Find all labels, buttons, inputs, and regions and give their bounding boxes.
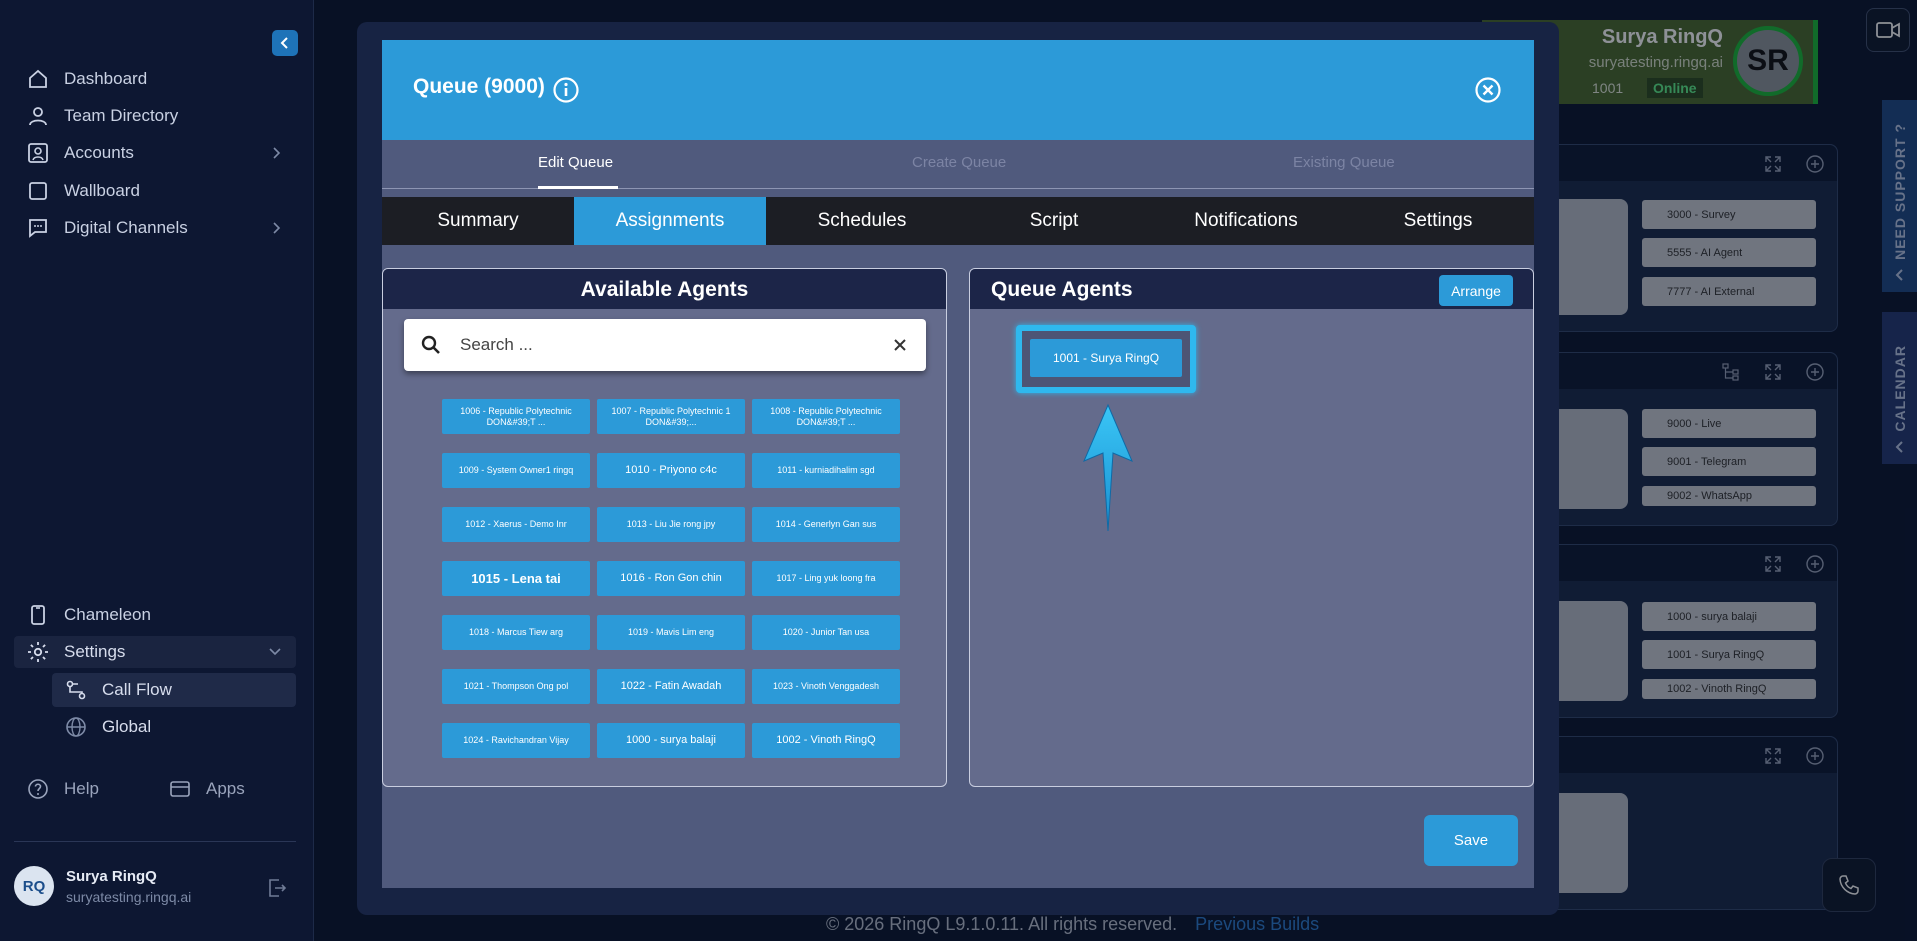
call-flow-icon [66,680,86,700]
available-agent-chip[interactable]: 1014 - Generlyn Gan sus [752,507,900,542]
close-icon[interactable] [1474,76,1502,104]
arrow-up-icon [1083,403,1133,532]
home-icon [29,69,47,88]
sidebar-divider [14,841,296,842]
available-agent-chip[interactable]: 1016 - Ron Gon chin [597,561,745,596]
available-agent-chip[interactable]: 1000 - surya balaji [597,723,745,758]
available-agents-title: Available Agents [580,278,749,301]
help-icon [28,779,48,799]
gear-icon [28,642,48,662]
search-box [404,319,926,371]
queue-agent-highlight: 1001 - Surya RingQ [1016,325,1196,393]
queue-modal: Queue (9000) Edit Queue Create Queue Exi… [382,40,1534,888]
tab-bar: Summary Assignments Schedules Script Not… [382,197,1534,245]
chevron-left-icon [280,37,288,49]
logout-icon[interactable] [266,877,288,899]
step-create-queue[interactable]: Create Queue [912,154,1006,171]
apps-link[interactable]: Apps [168,774,245,804]
sidebar: Dashboard Team Directory Accounts Wallbo… [0,0,314,941]
avatar: RQ [14,866,54,906]
sidebar-item-dashboard[interactable]: Dashboard [26,64,147,94]
sidebar-item-chameleon[interactable]: Chameleon [26,600,151,630]
sidebar-item-label: Global [102,717,152,736]
available-agent-chip[interactable]: 1020 - Junior Tan usa [752,615,900,650]
search-input[interactable] [460,333,860,357]
queue-agent-chip[interactable]: 1001 - Surya RingQ [1030,339,1182,377]
queue-agents-title: Queue Agents [991,278,1133,301]
sidebar-item-label: Wallboard [64,181,140,200]
available-agent-chip[interactable]: 1021 - Thompson Ong pol [442,669,590,704]
square-icon [29,182,47,200]
sidebar-item-accounts[interactable]: Accounts [26,138,296,168]
sidebar-item-global[interactable]: Global [52,710,296,744]
sidebar-collapse-button[interactable] [272,30,298,56]
sidebar-item-label: Team Directory [64,106,179,125]
chevron-down-icon [269,648,281,656]
globe-icon [66,717,86,737]
tab-script[interactable]: Script [958,197,1150,245]
tab-settings[interactable]: Settings [1342,197,1534,245]
available-agent-chip[interactable]: 1018 - Marcus Tiew arg [442,615,590,650]
sidebar-item-settings[interactable]: Settings [14,636,296,668]
help-label: Help [64,779,99,798]
chevron-right-icon [273,222,281,234]
sidebar-item-digital-channels[interactable]: Digital Channels [26,213,296,243]
user-name: Surya RingQ [66,867,157,885]
tab-schedules[interactable]: Schedules [766,197,958,245]
available-agent-chip[interactable]: 1024 - Ravichandran Vijay [442,723,590,758]
help-link[interactable]: Help [26,774,99,804]
device-icon [31,605,45,625]
available-agent-chip[interactable]: 1023 - Vinoth Venggadesh [752,669,900,704]
available-agent-chip[interactable]: 1007 - Republic Polytechnic 1 DON&#39;..… [597,399,745,434]
clear-search-icon[interactable] [892,337,908,353]
available-agents-list: 1006 - Republic Polytechnic DON&#39;T ..… [442,399,900,758]
available-agent-chip[interactable]: 1009 - System Owner1 ringq [442,453,590,488]
sidebar-item-wallboard[interactable]: Wallboard [26,176,140,206]
sidebar-item-label: Digital Channels [64,218,188,237]
user-domain: suryatesting.ringq.ai [66,888,192,905]
sidebar-item-label: Chameleon [64,605,151,624]
info-icon[interactable] [552,76,580,104]
step-existing-queue[interactable]: Existing Queue [1293,154,1395,171]
tab-assignments[interactable]: Assignments [574,197,766,245]
available-agent-chip[interactable]: 1010 - Priyono c4c [597,453,745,488]
apps-label: Apps [206,779,245,798]
sidebar-item-call-flow[interactable]: Call Flow [52,673,296,707]
available-agent-chip[interactable]: 1015 - Lena tai [442,561,590,596]
sidebar-item-label: Call Flow [102,680,172,699]
save-button[interactable]: Save [1424,815,1518,866]
arrange-button[interactable]: Arrange [1439,275,1513,306]
step-edit-queue[interactable]: Edit Queue [538,154,613,171]
available-agent-chip[interactable]: 1019 - Mavis Lim eng [597,615,745,650]
search-icon [421,335,440,354]
sidebar-item-label: Accounts [64,143,134,162]
chevron-right-icon [273,147,281,159]
person-icon [29,107,47,126]
sidebar-item-label: Settings [64,642,126,661]
tab-summary[interactable]: Summary [382,197,574,245]
available-agent-chip[interactable]: 1011 - kurniadihalim sgd [752,453,900,488]
available-agent-chip[interactable]: 1017 - Ling yuk loong fra [752,561,900,596]
available-agent-chip[interactable]: 1022 - Fatin Awadah [597,669,745,704]
queue-agents-panel: Queue Agents Arrange 1001 - Surya RingQ [969,268,1534,787]
available-agent-chip[interactable]: 1012 - Xaerus - Demo Inr [442,507,590,542]
sidebar-user[interactable]: RQ Surya RingQ suryatesting.ringq.ai [14,866,191,906]
available-agent-chip[interactable]: 1013 - Liu Jie rong jpy [597,507,745,542]
available-agents-panel: Available Agents 1006 - Republic Polytec… [382,268,947,787]
tab-notifications[interactable]: Notifications [1150,197,1342,245]
apps-icon [170,781,190,797]
available-agent-chip[interactable]: 1002 - Vinoth RingQ [752,723,900,758]
available-agent-chip[interactable]: 1006 - Republic Polytechnic DON&#39;T ..… [442,399,590,434]
modal-title: Queue (9000) [413,75,545,98]
modal-header: Queue (9000) [382,40,1534,140]
sidebar-item-team-directory[interactable]: Team Directory [26,101,178,131]
active-step-indicator [538,186,618,189]
available-agent-chip[interactable]: 1008 - Republic Polytechnic DON&#39;T ..… [752,399,900,434]
sidebar-item-label: Dashboard [64,69,148,88]
chat-icon [29,219,47,238]
account-icon [28,143,48,163]
